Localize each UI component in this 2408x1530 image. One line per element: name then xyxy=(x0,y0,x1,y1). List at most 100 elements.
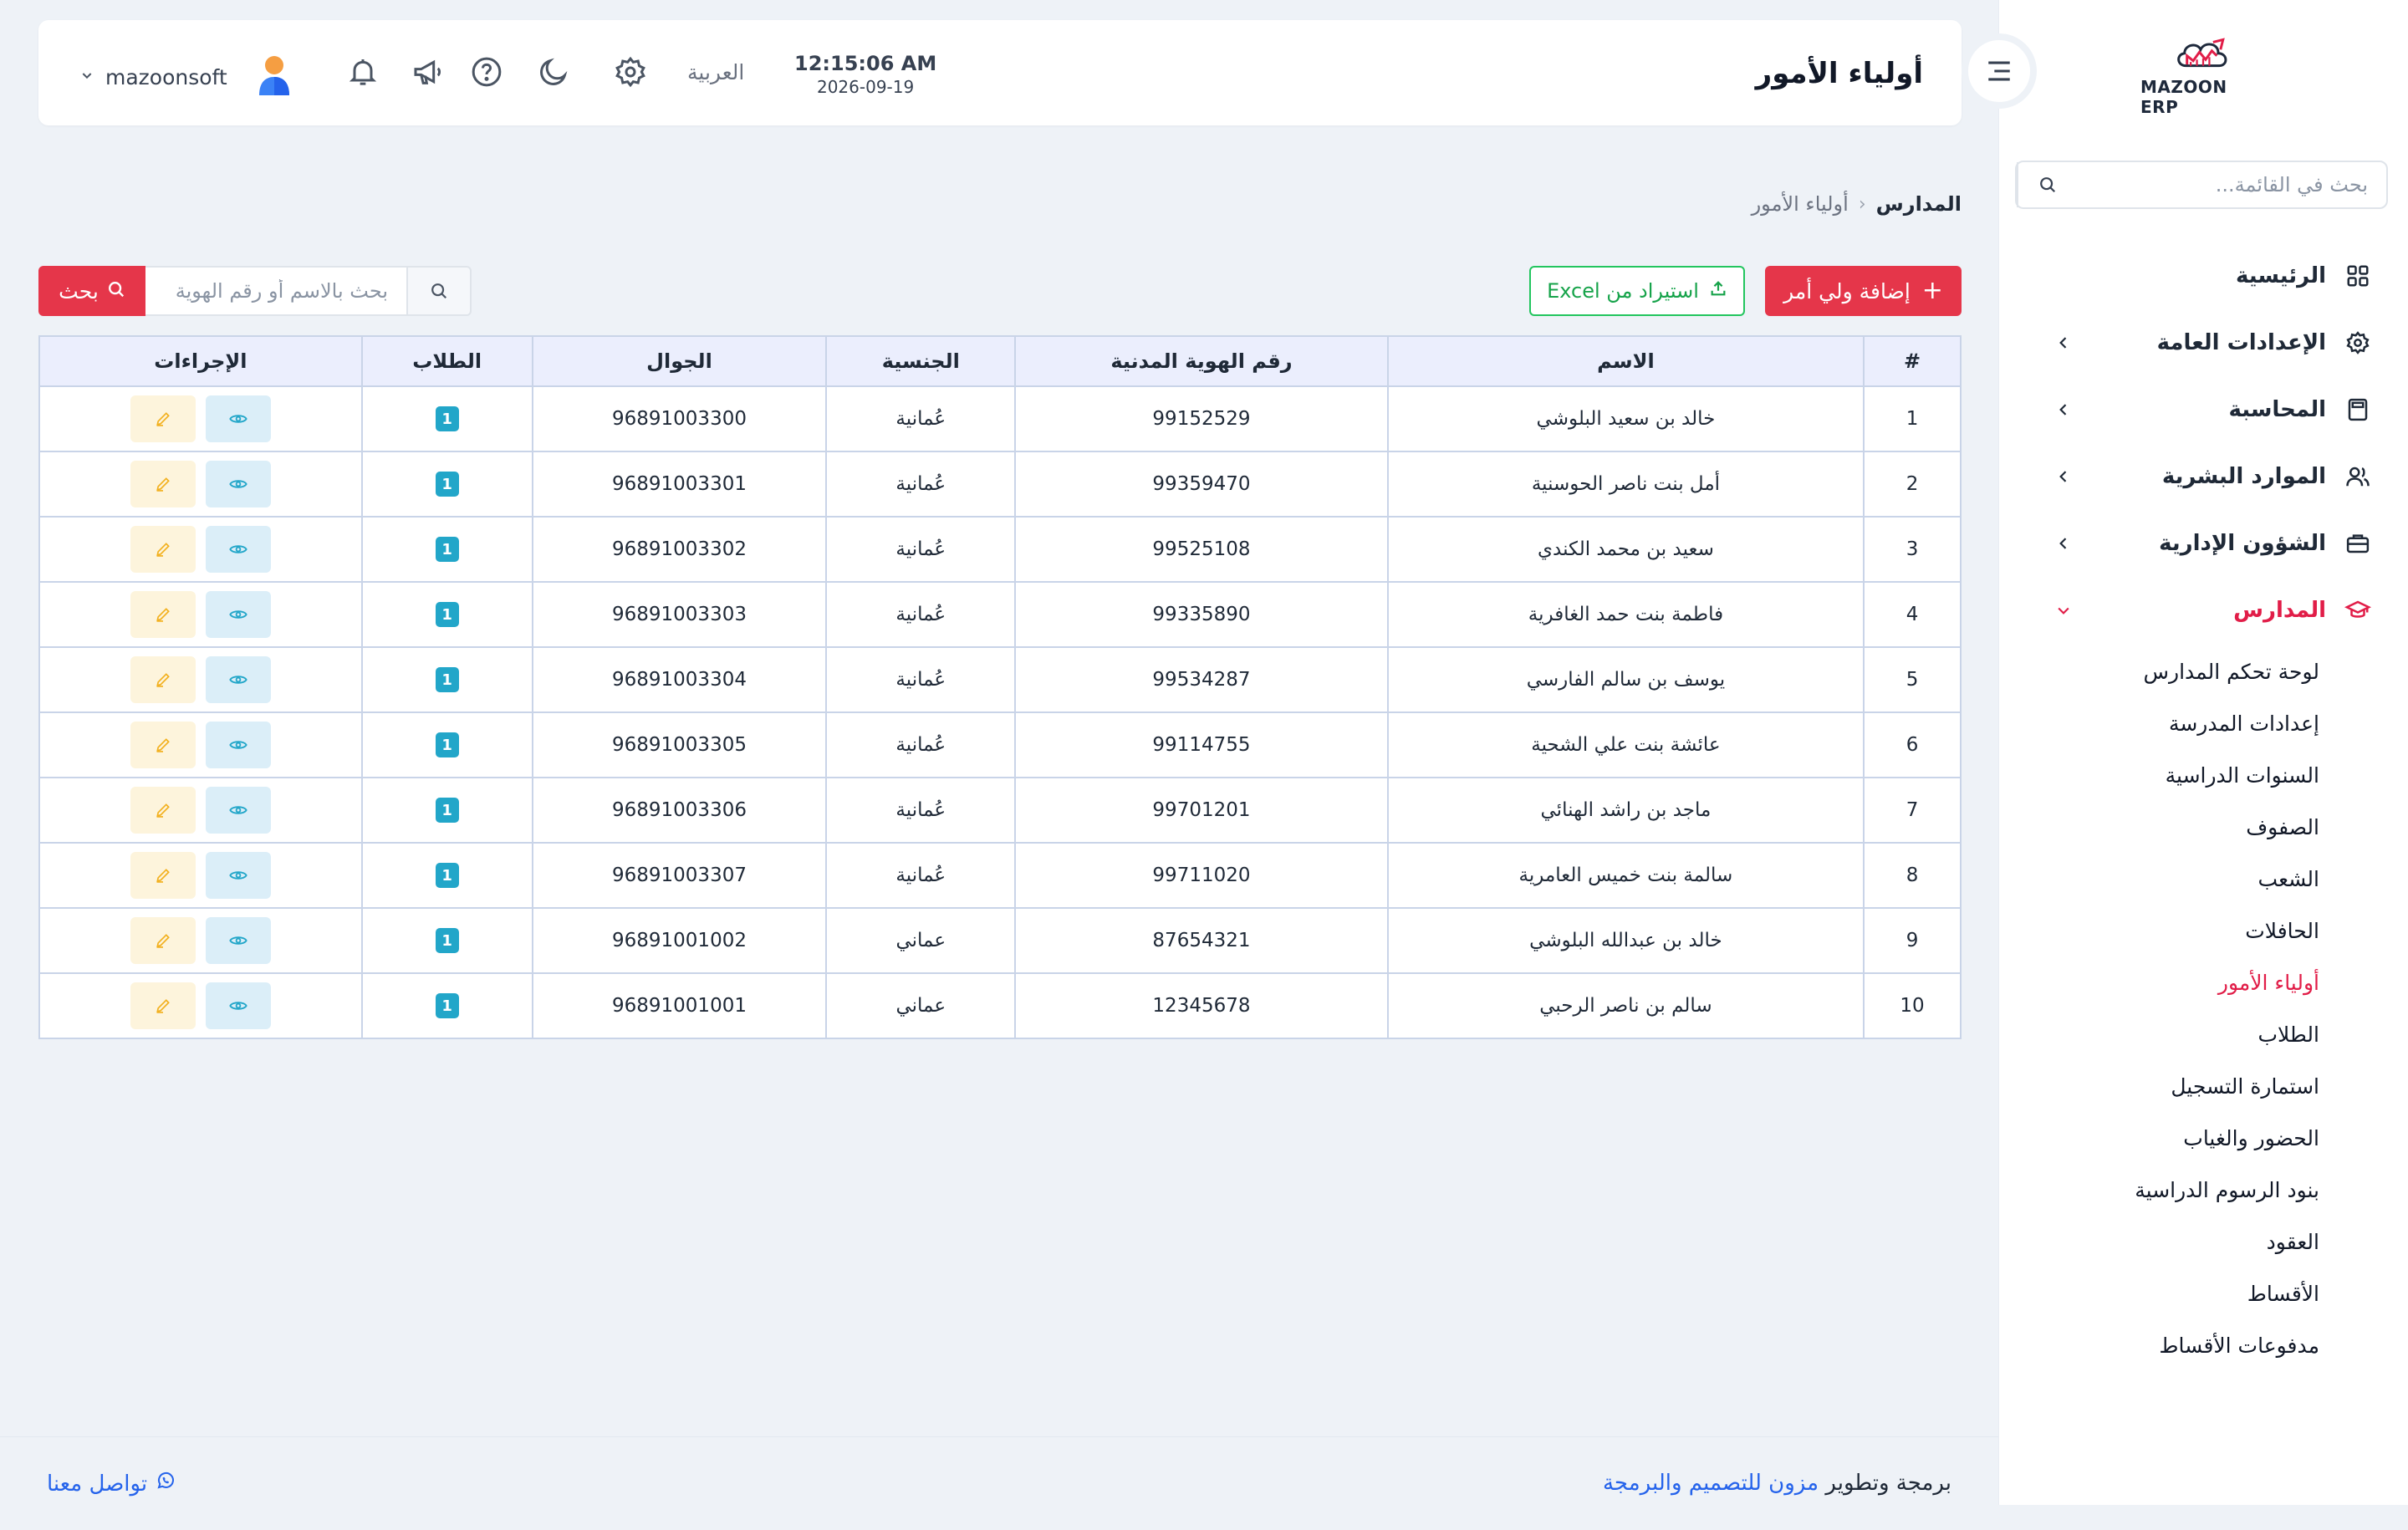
edit-button[interactable] xyxy=(130,591,196,638)
cell-actions xyxy=(38,516,363,583)
submenu-item-registration-form[interactable]: استمارة التسجيل xyxy=(1998,1060,2408,1112)
megaphone-icon[interactable] xyxy=(411,55,445,92)
students-count-badge[interactable]: 1 xyxy=(435,602,459,627)
cell-actions xyxy=(38,907,363,974)
edit-button[interactable] xyxy=(130,395,196,442)
edit-button[interactable] xyxy=(130,917,196,964)
gear-icon xyxy=(2341,330,2375,355)
cell-civil-id: 99534287 xyxy=(1014,646,1389,713)
language-switch[interactable]: العربية xyxy=(687,60,744,84)
sidebar-item-general-settings[interactable]: الإعدادات العامة xyxy=(1998,309,2408,376)
edit-button[interactable] xyxy=(130,982,196,1029)
edit-button[interactable] xyxy=(130,656,196,703)
cell-nationality: عُمانية xyxy=(825,385,1017,452)
edit-button[interactable] xyxy=(130,526,196,573)
cell-name: ماجد بن راشد الهنائي xyxy=(1386,777,1865,844)
sidebar-item-accounting[interactable]: المحاسبة xyxy=(1998,376,2408,443)
cell-mobile: 96891003305 xyxy=(531,711,828,778)
sidebar-item-home[interactable]: الرئيسية xyxy=(1998,242,2408,309)
sidebar-search-button[interactable] xyxy=(2017,162,2077,207)
submenu-item-sections[interactable]: الشعب xyxy=(1998,853,2408,905)
view-button[interactable] xyxy=(205,656,271,703)
logo[interactable]: MAZOON ERP xyxy=(2140,33,2266,117)
students-count-badge[interactable]: 1 xyxy=(435,732,459,757)
submenu-item-school-settings[interactable]: إعدادات المدرسة xyxy=(1998,697,2408,749)
submenu-item-attendance[interactable]: الحضور والغياب xyxy=(1998,1112,2408,1164)
submenu-item-contracts[interactable]: العقود xyxy=(1998,1216,2408,1267)
pencil-icon xyxy=(156,543,170,557)
cell-mobile: 96891003301 xyxy=(531,451,828,518)
search-button[interactable]: بحث xyxy=(38,266,145,316)
view-button[interactable] xyxy=(205,461,271,507)
sidebar-search-input[interactable] xyxy=(2077,162,2386,207)
view-button[interactable] xyxy=(205,787,271,834)
view-button[interactable] xyxy=(205,852,271,899)
cell-number: 6 xyxy=(1863,711,1962,778)
students-count-badge[interactable]: 1 xyxy=(435,928,459,953)
user-menu[interactable]: mazoonsoft xyxy=(80,54,294,100)
column-header-students: الطلاب xyxy=(360,335,533,387)
submenu-item-guardians[interactable]: أولياء الأمور xyxy=(1998,956,2408,1008)
cell-name: خالد بن عبدالله البلوشي xyxy=(1386,907,1865,974)
cell-mobile: 96891001002 xyxy=(531,907,828,974)
sidebar-item-hr[interactable]: الموارد البشرية xyxy=(1998,443,2408,510)
briefcase-icon xyxy=(2341,531,2375,556)
students-count-badge[interactable]: 1 xyxy=(435,472,459,497)
submenu-item-academic-years[interactable]: السنوات الدراسية xyxy=(1998,749,2408,801)
submenu-item-fee-items[interactable]: بنود الرسوم الدراسية xyxy=(1998,1164,2408,1216)
students-count-badge[interactable]: 1 xyxy=(435,993,459,1018)
cell-name: فاطمة بنت حمد الغافرية xyxy=(1386,581,1865,648)
pencil-icon xyxy=(156,803,170,818)
edit-button[interactable] xyxy=(130,461,196,507)
view-button[interactable] xyxy=(205,395,271,442)
cell-mobile: 96891003306 xyxy=(531,777,828,844)
submenu-item-installment-payments[interactable]: مدفوعات الأقساط xyxy=(1998,1319,2408,1371)
edit-button[interactable] xyxy=(130,852,196,899)
view-button[interactable] xyxy=(205,591,271,638)
view-button[interactable] xyxy=(205,982,271,1029)
cell-name: سالمة بنت خميس العامرية xyxy=(1386,842,1865,909)
submenu-item-schools-dashboard[interactable]: لوحة تحكم المدارس xyxy=(1998,645,2408,697)
view-button[interactable] xyxy=(205,526,271,573)
submenu-item-buses[interactable]: الحافلات xyxy=(1998,905,2408,956)
students-count-badge[interactable]: 1 xyxy=(435,667,459,692)
edit-button[interactable] xyxy=(130,722,196,768)
bell-icon[interactable] xyxy=(346,55,380,92)
sidebar-item-schools[interactable]: المدارس xyxy=(1998,577,2408,644)
students-count-badge[interactable]: 1 xyxy=(435,406,459,431)
footer-company-link[interactable]: مزون للتصميم والبرمجة xyxy=(1603,1471,1819,1496)
chevron-left-icon xyxy=(2047,334,2080,351)
submenu-item-grades[interactable]: الصفوف xyxy=(1998,801,2408,853)
submenu-item-installments[interactable]: الأقساط xyxy=(1998,1267,2408,1319)
cell-actions xyxy=(38,972,363,1039)
help-icon[interactable] xyxy=(470,55,503,92)
add-guardian-button[interactable]: + إضافة ولي أمر xyxy=(1765,266,1962,316)
eye-icon xyxy=(229,480,247,488)
breadcrumb: المدارس ‹ أولياء الأمور xyxy=(1752,192,1962,216)
gear-icon[interactable] xyxy=(614,55,647,92)
menu-icon xyxy=(1988,61,2010,81)
students-count-badge[interactable]: 1 xyxy=(435,798,459,823)
search-input[interactable] xyxy=(145,266,406,316)
breadcrumb-root[interactable]: المدارس xyxy=(1876,192,1962,216)
moon-icon[interactable] xyxy=(537,55,570,92)
guardians-table-wrapper: # الاسم رقم الهوية المدنية الجنسية الجوا… xyxy=(38,335,1962,1039)
contact-us-link[interactable]: تواصل معنا xyxy=(47,1471,176,1497)
view-button[interactable] xyxy=(205,722,271,768)
students-count-badge[interactable]: 1 xyxy=(435,537,459,562)
cell-name: يوسف بن سالم الفارسي xyxy=(1386,646,1865,713)
cell-students: 1 xyxy=(360,777,533,844)
edit-button[interactable] xyxy=(130,787,196,834)
submenu-item-students[interactable]: الطلاب xyxy=(1998,1008,2408,1060)
guardians-table: # الاسم رقم الهوية المدنية الجنسية الجوا… xyxy=(38,335,1962,1039)
upload-icon xyxy=(1709,279,1727,303)
sidebar-toggle-button[interactable] xyxy=(1962,33,2037,109)
students-count-badge[interactable]: 1 xyxy=(435,863,459,888)
sidebar-item-admin-affairs[interactable]: الشؤون الإدارية xyxy=(1998,510,2408,577)
cell-number: 10 xyxy=(1863,972,1962,1039)
cell-number: 1 xyxy=(1863,385,1962,452)
view-button[interactable] xyxy=(205,917,271,964)
sidebar-nav: الرئيسية الإعدادات العامة المحاسبة الموا… xyxy=(1998,242,2408,1371)
search-icon xyxy=(107,279,125,303)
import-excel-button[interactable]: استيراد من Excel xyxy=(1529,266,1745,316)
